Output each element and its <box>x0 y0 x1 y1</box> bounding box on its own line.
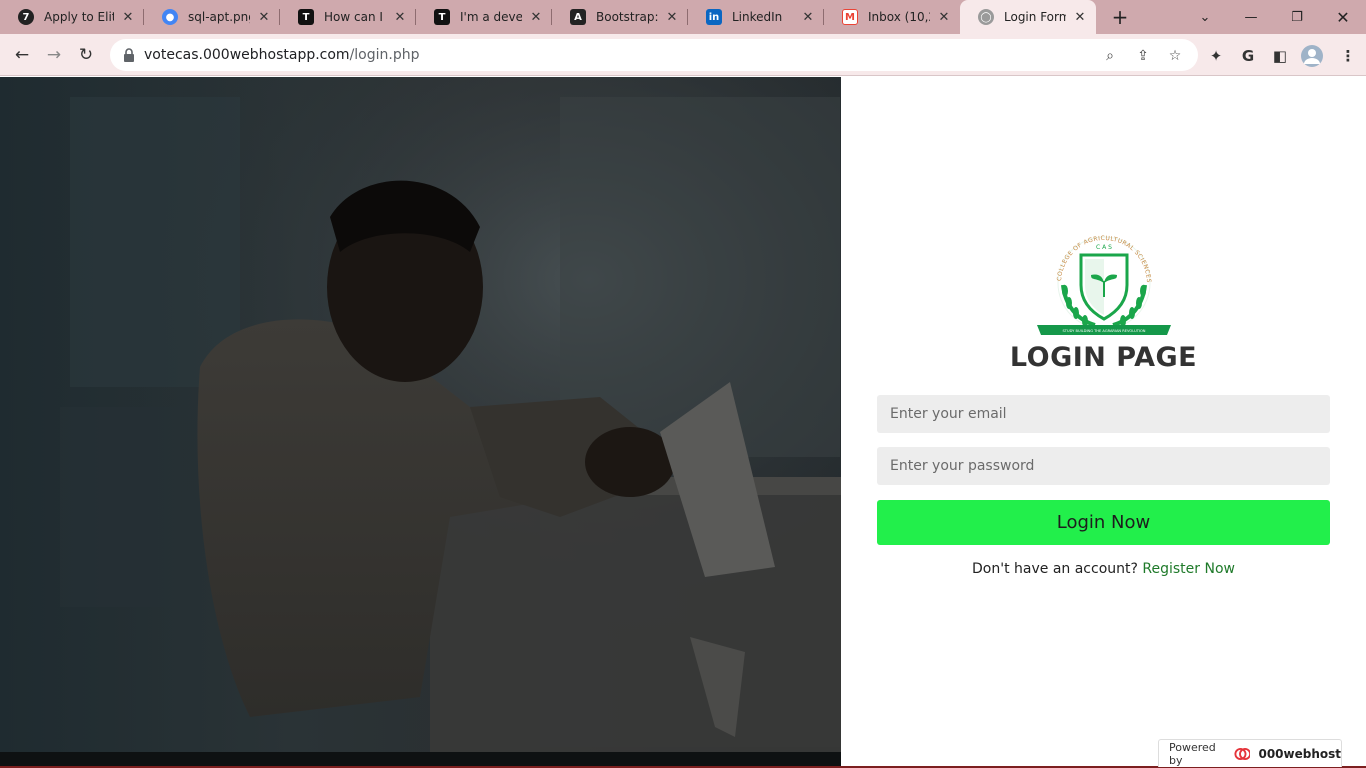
stackoverflow-icon: T <box>298 9 314 25</box>
minimize-button[interactable]: — <box>1228 0 1274 34</box>
tab-title: sql-apt.png ( <box>188 10 250 24</box>
gmail-icon: M <box>842 9 858 25</box>
browser-toolbar: ← → ↻ votecas.000webhostapp.com/login.ph… <box>0 34 1366 76</box>
google-drive-icon: ● <box>162 9 178 25</box>
login-button[interactable]: Login Now <box>877 500 1330 545</box>
cas-logo: COLLEGE OF AGRICULTURAL SCIENCES C A S S… <box>1037 235 1171 335</box>
close-icon[interactable]: ✕ <box>800 10 816 25</box>
side-panel-icon[interactable]: ◧ <box>1269 45 1291 67</box>
zoom-icon[interactable]: ⌕ <box>1100 46 1120 66</box>
address-bar[interactable]: votecas.000webhostapp.com/login.php ⌕ ⇪ … <box>110 39 1198 71</box>
register-link[interactable]: Register Now <box>1142 561 1235 577</box>
tab-sql-apt[interactable]: ● sql-apt.png ( ✕ <box>144 0 280 34</box>
url-path: /login.php <box>349 47 420 63</box>
bootstrap-icon: A <box>570 9 586 25</box>
globe-icon: ◯ <box>978 9 994 25</box>
forward-button[interactable]: → <box>41 42 67 68</box>
tab-apply-to-elite[interactable]: 7 Apply to Elite ✕ <box>0 0 144 34</box>
reload-button[interactable]: ↻ <box>73 42 99 68</box>
hero-bottom-strip <box>0 752 841 766</box>
powered-by-text: Powered by <box>1169 740 1216 767</box>
password-field[interactable] <box>877 447 1330 485</box>
browser-tab-strip: 7 Apply to Elite ✕ ● sql-apt.png ( ✕ T H… <box>0 0 1366 34</box>
lock-icon <box>124 48 134 62</box>
tab-title: Inbox (10,277 <box>868 10 930 24</box>
no-account-text: Don't have an account? <box>972 561 1138 577</box>
tab-bootstrap[interactable]: A Bootstrap: W ✕ <box>552 0 688 34</box>
menu-icon[interactable]: ⋮ <box>1337 45 1359 67</box>
tab-search-icon[interactable]: ⌄ <box>1182 0 1228 34</box>
elite-icon: 7 <box>18 9 34 25</box>
tab-login-form[interactable]: ◯ Login Form ✕ <box>960 0 1096 34</box>
close-icon[interactable]: ✕ <box>936 10 952 25</box>
close-icon[interactable]: ✕ <box>256 10 272 25</box>
restore-button[interactable]: ❐ <box>1274 0 1320 34</box>
brand-name: 000webhost <box>1258 746 1341 761</box>
tab-title: Bootstrap: W <box>596 10 658 24</box>
tab-linkedin[interactable]: in LinkedIn ✕ <box>688 0 824 34</box>
page-viewport: COLLEGE OF AGRICULTURAL SCIENCES C A S S… <box>0 77 1366 768</box>
voting-photo <box>0 77 841 752</box>
tab-title: How can I tak <box>324 10 386 24</box>
email-field[interactable] <box>877 395 1330 433</box>
tab-title: Apply to Elite <box>44 10 114 24</box>
extensions-icon[interactable]: ✦ <box>1205 45 1227 67</box>
close-icon[interactable]: ✕ <box>120 10 136 25</box>
logo-shield-text: C A S <box>1096 244 1112 251</box>
tab-title: LinkedIn <box>732 10 783 24</box>
powered-by-badge[interactable]: Powered by 000webhost <box>1158 739 1342 767</box>
profile-avatar[interactable] <box>1301 45 1323 67</box>
hero-image-voting <box>0 77 841 752</box>
register-prompt: Don't have an account? Register Now <box>841 561 1366 577</box>
close-icon[interactable]: ✕ <box>392 10 408 25</box>
bookmark-star-icon[interactable]: ☆ <box>1165 46 1185 66</box>
grammarly-icon[interactable]: G <box>1237 45 1259 67</box>
stackoverflow-icon: T <box>434 9 450 25</box>
login-panel: COLLEGE OF AGRICULTURAL SCIENCES C A S S… <box>841 77 1366 766</box>
page-title: LOGIN PAGE <box>1009 342 1198 373</box>
webhost-logo-icon <box>1234 747 1251 760</box>
close-window-button[interactable]: ✕ <box>1320 0 1366 34</box>
logo-ribbon-text: STUDY BUILDING THE AGRARIAN REVOLUTION <box>1063 329 1146 333</box>
tab-how-can-i[interactable]: T How can I tak ✕ <box>280 0 416 34</box>
tab-title: I'm a develop <box>460 10 522 24</box>
tab-im-a-developer[interactable]: T I'm a develop ✕ <box>416 0 552 34</box>
linkedin-icon: in <box>706 9 722 25</box>
url-text: votecas.000webhostapp.com/login.php <box>144 47 420 63</box>
close-icon[interactable]: ✕ <box>1072 10 1088 25</box>
back-button[interactable]: ← <box>9 42 35 68</box>
url-host: votecas.000webhostapp.com <box>144 47 350 63</box>
close-icon[interactable]: ✕ <box>664 10 680 25</box>
share-icon[interactable]: ⇪ <box>1133 46 1153 66</box>
tab-inbox[interactable]: M Inbox (10,277 ✕ <box>824 0 960 34</box>
new-tab-button[interactable]: + <box>1108 5 1132 29</box>
tab-title: Login Form <box>1004 10 1066 24</box>
close-icon[interactable]: ✕ <box>528 10 544 25</box>
